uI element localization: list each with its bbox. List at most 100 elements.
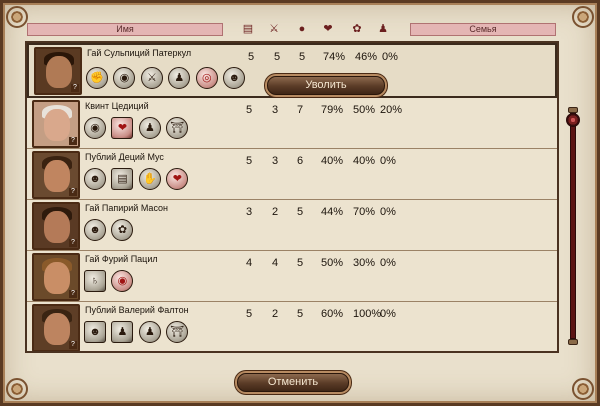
member-row[interactable]: ? Гай Фурий Пацил 4 4 5 50% 30% 0% ♄ ◉ (27, 251, 557, 302)
trait-list: ☻ ✿ (84, 219, 134, 243)
bust-icon[interactable]: ☻ (223, 67, 246, 89)
stat-value: 3 (272, 104, 279, 116)
column-family-header[interactable]: Семья (410, 23, 556, 36)
member-row[interactable]: ? Квинт Цедиций 5 3 7 79% 50% 20% ◉ ❤ ♟ … (27, 98, 557, 149)
stat-value: 40% (321, 155, 344, 167)
stat-value: 5 (297, 308, 304, 320)
soldier-icon[interactable]: ♟ (138, 117, 161, 139)
stat-value: 40% (353, 155, 376, 167)
scroll-cap-bottom (568, 339, 578, 345)
stat-value: 5 (297, 206, 304, 218)
target-icon[interactable]: ◎ (195, 67, 218, 89)
member-name: Гай Фурий Пацил (85, 254, 158, 264)
avatar: ? (32, 202, 80, 250)
family-member-list: ? Гай Сульпиций Патеркул 5 5 5 74% 46% 0… (25, 41, 559, 353)
heart-icon[interactable]: ❤ (321, 22, 335, 36)
stat-value: 0% (380, 308, 396, 320)
group-icon[interactable]: ♟ (111, 321, 134, 343)
trait-list: ☻ ♟ ♟ ⛩ (84, 321, 189, 345)
member-row[interactable]: ? Гай Сульпиций Патеркул 5 5 5 74% 46% 0… (27, 43, 557, 98)
coin-icon[interactable]: ◉ (113, 67, 136, 89)
stat-value: 5 (297, 257, 304, 269)
laurel-icon[interactable]: ✿ (350, 22, 364, 36)
scrollbar[interactable] (566, 107, 580, 347)
stat-value: 5 (246, 308, 253, 320)
trait-list: ☻ ▤ ✋ ❤ (84, 168, 189, 192)
stat-value: 5 (274, 51, 281, 63)
fighter-icon[interactable]: ⚔ (140, 67, 163, 89)
stat-value: 2 (272, 308, 279, 320)
temple-icon[interactable]: ⛩ (166, 117, 189, 139)
list-header: Имя ▤ ⚔ ● ❤ ✿ ♟ Семья (25, 21, 559, 37)
heart-figure-icon[interactable]: ❤ (166, 168, 189, 190)
member-name: Гай Папирий Масон (85, 203, 169, 213)
corner-ornament-br (572, 378, 594, 400)
head-icon[interactable]: ☻ (84, 219, 106, 241)
trait-list: ♄ ◉ (84, 270, 134, 294)
wreath-icon[interactable]: ✿ (111, 219, 134, 241)
avatar: ? (32, 253, 80, 301)
crossed-swords-icon[interactable]: ⚔ (267, 22, 281, 36)
pair-icon[interactable]: ♟ (168, 67, 191, 89)
stat-value: 30% (353, 257, 376, 269)
hand-icon[interactable]: ✋ (138, 168, 161, 190)
stat-value: 0% (380, 257, 396, 269)
member-name: Публий Валерий Фалтон (85, 305, 189, 315)
stat-value: 7 (297, 104, 304, 116)
trait-list: ◉ ❤ ♟ ⛩ (84, 117, 189, 141)
stat-value: 60% (321, 308, 344, 320)
eagle-icon[interactable]: ♄ (84, 270, 106, 292)
stat-value: 2 (272, 206, 279, 218)
avatar: ? (32, 151, 80, 199)
dialog-frame: Имя ▤ ⚔ ● ❤ ✿ ♟ Семья ? Гай Сульпиций Па… (0, 0, 600, 406)
stat-value: 0% (382, 51, 398, 63)
member-row[interactable]: ? Гай Папирий Масон 3 2 5 44% 70% 0% ☻ ✿ (27, 200, 557, 251)
stat-value: 100% (353, 308, 382, 320)
coins-icon[interactable]: ◉ (84, 117, 106, 139)
scroll-thumb[interactable] (566, 113, 580, 127)
column-name-header[interactable]: Имя (27, 23, 223, 36)
pair-icon[interactable]: ♟ (138, 321, 161, 343)
stat-value: 70% (353, 206, 376, 218)
fist-icon[interactable]: ✊ (86, 67, 108, 89)
stat-value: 50% (353, 104, 376, 116)
stat-value: 5 (299, 51, 306, 63)
dismiss-button[interactable]: Уволить (267, 76, 385, 95)
cancel-button[interactable]: Отменить (237, 373, 349, 392)
scroll-track[interactable] (570, 113, 576, 339)
stat-value: 6 (297, 155, 304, 167)
stat-value: 4 (246, 257, 253, 269)
portrait-icon[interactable]: ☻ (84, 168, 106, 190)
scroll-icon[interactable]: ▤ (241, 22, 255, 36)
avatar: ? (32, 100, 80, 148)
face-icon[interactable]: ☻ (84, 321, 106, 343)
heart-icon[interactable]: ❤ (111, 117, 134, 139)
figure-icon[interactable]: ♟ (376, 22, 390, 36)
stat-value: 5 (246, 155, 253, 167)
stat-value: 5 (248, 51, 255, 63)
member-row[interactable]: ? Публий Валерий Фалтон 5 2 5 60% 100% 0… (27, 302, 557, 351)
stat-value: 46% (355, 51, 378, 63)
avatar: ? (34, 47, 82, 95)
stat-value: 20% (380, 104, 403, 116)
stat-value: 3 (272, 155, 279, 167)
member-name: Квинт Цедиций (85, 101, 149, 111)
stat-value: 74% (323, 51, 346, 63)
corner-ornament-tr (572, 6, 594, 28)
eye-icon[interactable]: ◉ (111, 270, 134, 292)
temple-icon[interactable]: ⛩ (166, 321, 189, 343)
member-name: Публий Деций Мус (85, 152, 164, 162)
stat-value: 50% (321, 257, 344, 269)
stat-value: 5 (246, 104, 253, 116)
stat-value: 79% (321, 104, 344, 116)
stat-value: 4 (272, 257, 279, 269)
avatar: ? (32, 304, 80, 351)
stat-value: 44% (321, 206, 344, 218)
member-name: Гай Сульпиций Патеркул (87, 48, 192, 58)
trait-list: ✊ ◉ ⚔ ♟ ◎ ☻ (86, 67, 246, 91)
corner-ornament-bl (6, 378, 28, 400)
coins-icon[interactable]: ● (295, 22, 309, 36)
scroll-icon[interactable]: ▤ (111, 168, 134, 190)
member-row[interactable]: ? Публий Деций Мус 5 3 6 40% 40% 0% ☻ ▤ … (27, 149, 557, 200)
stat-value: 0% (380, 206, 396, 218)
